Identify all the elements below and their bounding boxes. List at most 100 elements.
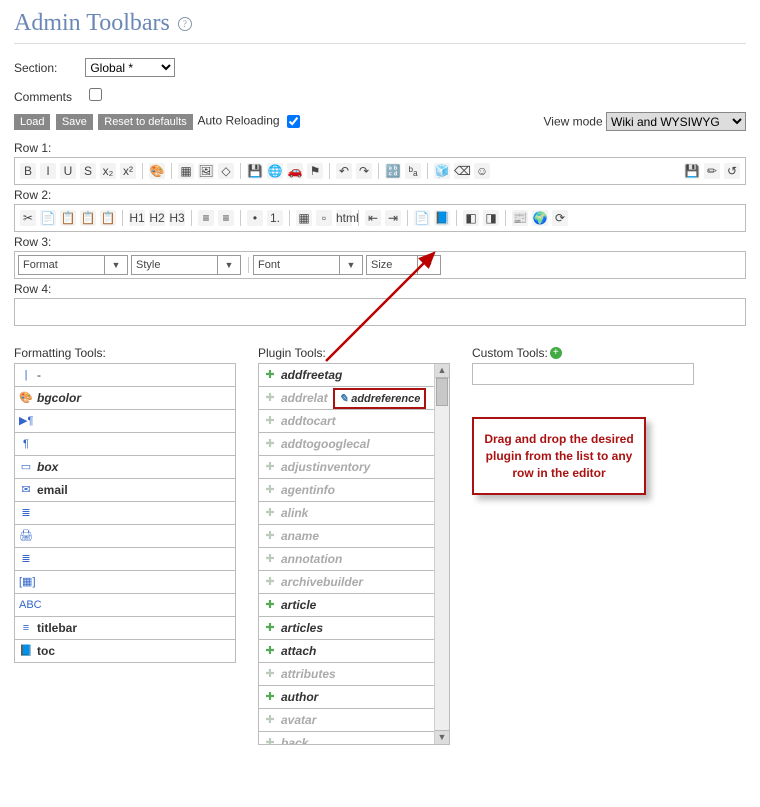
toolbar-icon[interactable]: 🌍 xyxy=(532,210,548,226)
toolbar-icon[interactable]: 🚗 xyxy=(287,163,303,179)
list-item[interactable]: ABC xyxy=(15,594,235,617)
list-item[interactable]: ✚avatar xyxy=(259,709,435,732)
list-item[interactable]: ✚article xyxy=(259,594,435,617)
list-item[interactable]: ✚addtocart xyxy=(259,410,435,433)
section-select[interactable]: Global * xyxy=(85,58,175,77)
list-item[interactable]: ▭box xyxy=(15,456,235,479)
toolbar-icon[interactable]: ↷ xyxy=(356,163,372,179)
toolbar-icon[interactable]: 📋 xyxy=(80,210,96,226)
list-item[interactable]: ✉email xyxy=(15,479,235,502)
toolbar-icon[interactable]: ⟳ xyxy=(552,210,568,226)
toolbar-icon[interactable]: 💾 xyxy=(684,163,700,179)
toolbar-icon[interactable]: 🌐 xyxy=(267,163,283,179)
toolbar-icon[interactable]: x² xyxy=(120,163,136,179)
list-item[interactable]: ✚attach xyxy=(259,640,435,663)
list-item[interactable]: ✚agentinfo xyxy=(259,479,435,502)
custom-tools-box[interactable] xyxy=(472,363,694,385)
toolbar-icon[interactable]: ↶ xyxy=(336,163,352,179)
list-item[interactable]: ✚alink xyxy=(259,502,435,525)
style-combo[interactable]: Style▼ xyxy=(131,255,241,275)
toolbar-icon[interactable]: H1 xyxy=(129,210,145,226)
toolbar-icon[interactable]: I xyxy=(40,163,56,179)
toolbar-icon[interactable]: ≡ xyxy=(198,210,214,226)
list-item[interactable]: ✚back xyxy=(259,732,435,745)
list-item[interactable]: ≣ xyxy=(15,502,235,525)
list-item[interactable]: ✚archivebuilder xyxy=(259,571,435,594)
list-item[interactable]: ▶¶ xyxy=(15,410,235,433)
toolbar-icon[interactable]: ≡ xyxy=(218,210,234,226)
list-item[interactable]: |- xyxy=(15,364,235,387)
list-item[interactable]: ✚addtogooglecal xyxy=(259,433,435,456)
comments-checkbox[interactable] xyxy=(89,88,102,101)
save-button[interactable]: Save xyxy=(56,114,93,130)
toolbar-icon[interactable]: ⚑ xyxy=(307,163,323,179)
list-item[interactable]: 📘toc xyxy=(15,640,235,662)
list-item[interactable]: ✚author xyxy=(259,686,435,709)
toolbar-icon[interactable]: ▦ xyxy=(178,163,194,179)
toolbar-icon[interactable]: ✏ xyxy=(704,163,720,179)
toolbar-icon[interactable]: H3 xyxy=(169,210,185,226)
list-item[interactable]: [▦] xyxy=(15,571,235,594)
list-item[interactable]: ✚adjustinventory xyxy=(259,456,435,479)
toolbar-icon[interactable]: ▦ xyxy=(296,210,312,226)
toolbar-icon[interactable]: 🔡 xyxy=(385,163,401,179)
list-item[interactable]: ✚addfreetag xyxy=(259,364,435,387)
toolbar-icon[interactable]: ⇥ xyxy=(385,210,401,226)
scrollbar[interactable]: ▲ ▼ xyxy=(434,364,449,744)
size-combo[interactable]: Size▼ xyxy=(366,255,441,275)
dragging-item[interactable]: ✎ addreference xyxy=(333,388,426,409)
toolbar-icon[interactable]: ◇ xyxy=(218,163,234,179)
scroll-down-icon[interactable]: ▼ xyxy=(435,730,449,744)
toolbar-icon[interactable]: 📄 xyxy=(414,210,430,226)
toolbar-row-3[interactable]: Format▼Style▼ Font▼Size▼ xyxy=(14,251,746,279)
list-item[interactable]: ≣ xyxy=(15,548,235,571)
list-item[interactable]: ✚aname xyxy=(259,525,435,548)
toolbar-icon[interactable]: 📰 xyxy=(512,210,528,226)
toolbar-icon[interactable]: H2 xyxy=(149,210,165,226)
toolbar-icon[interactable]: 📋 xyxy=(60,210,76,226)
list-item[interactable]: 🎨bgcolor xyxy=(15,387,235,410)
list-item[interactable]: ≡titlebar xyxy=(15,617,235,640)
toolbar-icon[interactable]: ⌫ xyxy=(454,163,470,179)
toolbar-icon[interactable]: S xyxy=(80,163,96,179)
toolbar-icon[interactable]: 1. xyxy=(267,210,283,226)
format-combo[interactable]: Format▼ xyxy=(18,255,128,275)
list-item[interactable]: ✚articles xyxy=(259,617,435,640)
add-icon[interactable]: + xyxy=(550,347,562,359)
toolbar-icon[interactable]: ⇤ xyxy=(365,210,381,226)
toolbar-row-1[interactable]: BIUSx₂x²🎨▦🖼◇💾🌐🚗⚑↶↷🔡ᵇₐ🧊⌫☺💾✏↺ xyxy=(14,157,746,185)
list-item[interactable]: ¶ xyxy=(15,433,235,456)
autoreload-checkbox[interactable] xyxy=(287,115,300,128)
reset-button[interactable]: Reset to defaults xyxy=(98,114,193,130)
toolbar-row-4[interactable] xyxy=(14,298,746,326)
scroll-thumb[interactable] xyxy=(436,378,448,406)
list-item[interactable]: ✚annotation xyxy=(259,548,435,571)
scroll-up-icon[interactable]: ▲ xyxy=(435,364,449,378)
toolbar-icon[interactable]: ↺ xyxy=(724,163,740,179)
toolbar-icon[interactable]: 📋 xyxy=(100,210,116,226)
toolbar-icon[interactable]: x₂ xyxy=(100,163,116,179)
toolbar-icon[interactable]: html xyxy=(336,210,352,226)
toolbar-icon[interactable]: ◨ xyxy=(483,210,499,226)
toolbar-icon[interactable]: 🖼 xyxy=(198,163,214,179)
help-icon[interactable]: ? xyxy=(178,17,192,31)
toolbar-icon[interactable]: ◧ xyxy=(463,210,479,226)
list-item[interactable]: 🖨 xyxy=(15,525,235,548)
toolbar-icon[interactable]: B xyxy=(20,163,36,179)
toolbar-icon[interactable]: ▫ xyxy=(316,210,332,226)
toolbar-icon[interactable]: 🧊 xyxy=(434,163,450,179)
toolbar-row-2[interactable]: ✂📄📋📋📋H1H2H3≡≡•1.▦▫html⇤⇥📄📘◧◨📰🌍⟳ xyxy=(14,204,746,232)
toolbar-icon[interactable]: 💾 xyxy=(247,163,263,179)
toolbar-icon[interactable]: 🎨 xyxy=(149,163,165,179)
font-combo[interactable]: Font▼ xyxy=(253,255,363,275)
list-item[interactable]: ✚attributes xyxy=(259,663,435,686)
toolbar-icon[interactable]: U xyxy=(60,163,76,179)
toolbar-icon[interactable]: 📄 xyxy=(40,210,56,226)
load-button[interactable]: Load xyxy=(14,114,50,130)
toolbar-icon[interactable]: ᵇₐ xyxy=(405,163,421,179)
toolbar-icon[interactable]: ✂ xyxy=(20,210,36,226)
viewmode-select[interactable]: Wiki and WYSIWYG xyxy=(606,112,746,131)
toolbar-icon[interactable]: ☺ xyxy=(474,163,490,179)
toolbar-icon[interactable]: • xyxy=(247,210,263,226)
toolbar-icon[interactable]: 📘 xyxy=(434,210,450,226)
